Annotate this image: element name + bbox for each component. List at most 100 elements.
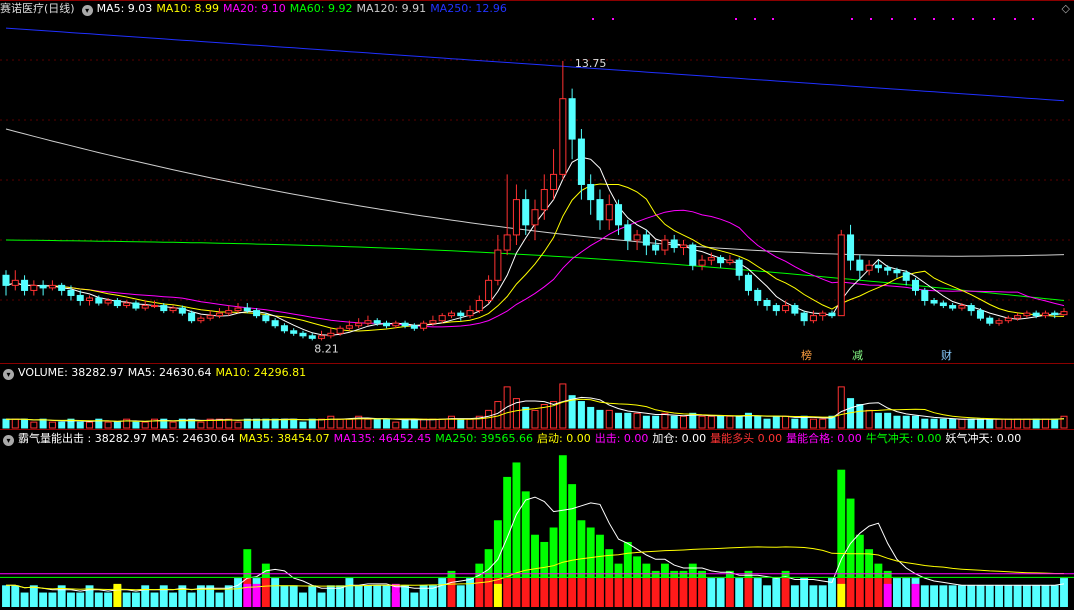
volume-bar [169,421,177,429]
indicator-cyan-bar [995,585,1003,607]
volume-header: ▾ VOLUME: 38282.97 MA5: 24630.64 MA10: 2429… [0,365,310,381]
candle-body [744,274,752,291]
signal-dot [870,18,872,20]
volume-bar [893,415,901,429]
candle-body [587,183,595,201]
candle-body [800,312,808,322]
indicator-red-base [660,578,669,607]
indicator-red-base [605,578,614,607]
indicator-green-bar [837,469,846,579]
candle-body [679,244,688,249]
indicator-red-base [744,578,753,607]
volume-bar [30,421,38,429]
candle-body [958,305,966,309]
volume-bar [522,406,530,429]
main-header: 赛诺医疗(日线) ▾ MA5: 9.03 MA10: 8.99 MA20: 9.10 MA… [0,1,511,17]
ma250-value: MA250: 12.96 [430,2,507,15]
indicator-cyan-bar [141,585,150,607]
indicator-value: 霸气量能出击 : 38282.97 [18,432,148,445]
indicator-green-bar [633,556,642,579]
indicator-cyan-bar [150,592,159,607]
volume-bar [698,415,706,429]
candle-body [615,204,623,226]
candle-body [828,312,836,317]
indicator-cyan-bar [1050,585,1059,607]
indicator-red-base [577,578,586,607]
volume-bar [1041,418,1049,429]
indicator-red-base [558,578,567,607]
indicator-green-bar [846,498,855,579]
diamond-icon[interactable]: ◇ [1062,2,1070,15]
indicator-dropdown-icon[interactable]: ▾ [3,435,14,446]
indicator-cyan-bar [345,578,354,607]
volume-bar [420,418,428,429]
signal-dot [735,18,737,20]
indicator-cyan-bar [772,578,781,607]
indicator-cyan-bar [11,585,20,607]
indicator-red-base [725,578,734,607]
indicator-red-base [679,578,688,607]
indicator-cyan-bar [317,592,326,607]
volume-bar [995,418,1003,429]
indicator-ma250: MA250: 39565.66 [435,432,533,445]
candle-body [596,199,604,221]
candle-body [336,327,344,334]
ma60-value: MA60: 9.92 [289,2,353,15]
indicator-cyan-bar [2,585,10,607]
ma10-value: MA10: 8.99 [156,2,220,15]
indicator-cyan-bar [215,592,224,607]
candle-body [763,300,771,307]
candle-body [160,305,168,312]
candle-body [531,209,539,226]
indicator-signal-bar [911,583,920,607]
indicator-cyan-bar [438,578,447,607]
indicator-green-bar [577,520,586,579]
indicator-cyan-bar [29,585,38,607]
candle-body [290,330,298,334]
candle-body [225,310,233,314]
signal-dot [851,18,853,20]
volume-bar [132,421,140,429]
indicator-qidong: 启动: 0.00 [537,432,591,445]
candle-body [271,320,279,327]
volume-bar [327,415,335,429]
high-price-label: 13.75 [575,57,607,70]
candle-body [382,322,391,327]
candle-body [698,259,706,266]
candle-body [280,325,288,332]
dropdown-icon[interactable]: ▾ [81,5,93,16]
candle-body [930,300,938,304]
candle-body [633,234,641,241]
volume-bar [401,418,409,429]
candle-body [21,279,29,291]
indicator-cyan-bar [382,585,391,607]
volume-bar [791,418,799,429]
candle-body [884,267,892,271]
volume-ma5: MA5: 24630.64 [127,366,212,379]
volume-bar [364,418,372,429]
signal-bang: 榜 [801,349,812,362]
indicator-cyan-bar [299,592,307,607]
candle-body [809,315,817,322]
indicator-cyan-bar [809,585,818,607]
volume-bar [382,418,391,429]
indicator-green-bar [660,563,669,579]
chart-canvas: 13.75 8.21 [0,18,1074,607]
signal-dot [772,18,774,20]
volume-bar [642,415,650,429]
candle-body [986,317,994,324]
candle-body [401,322,409,327]
candle-body [466,310,474,317]
candle-body [104,300,112,304]
candle-body [178,307,186,314]
volume-dropdown-icon[interactable]: ▾ [3,369,14,380]
candle-body [949,305,957,309]
indicator-cyan-bar [939,585,948,607]
candle-body [262,315,270,322]
candle-body [494,249,502,281]
volume-bar [318,418,326,429]
indicator-signal-bar [493,583,502,607]
volume-bar [596,409,604,429]
volume-bar [48,421,56,429]
signal-jian: 减 [852,349,863,362]
